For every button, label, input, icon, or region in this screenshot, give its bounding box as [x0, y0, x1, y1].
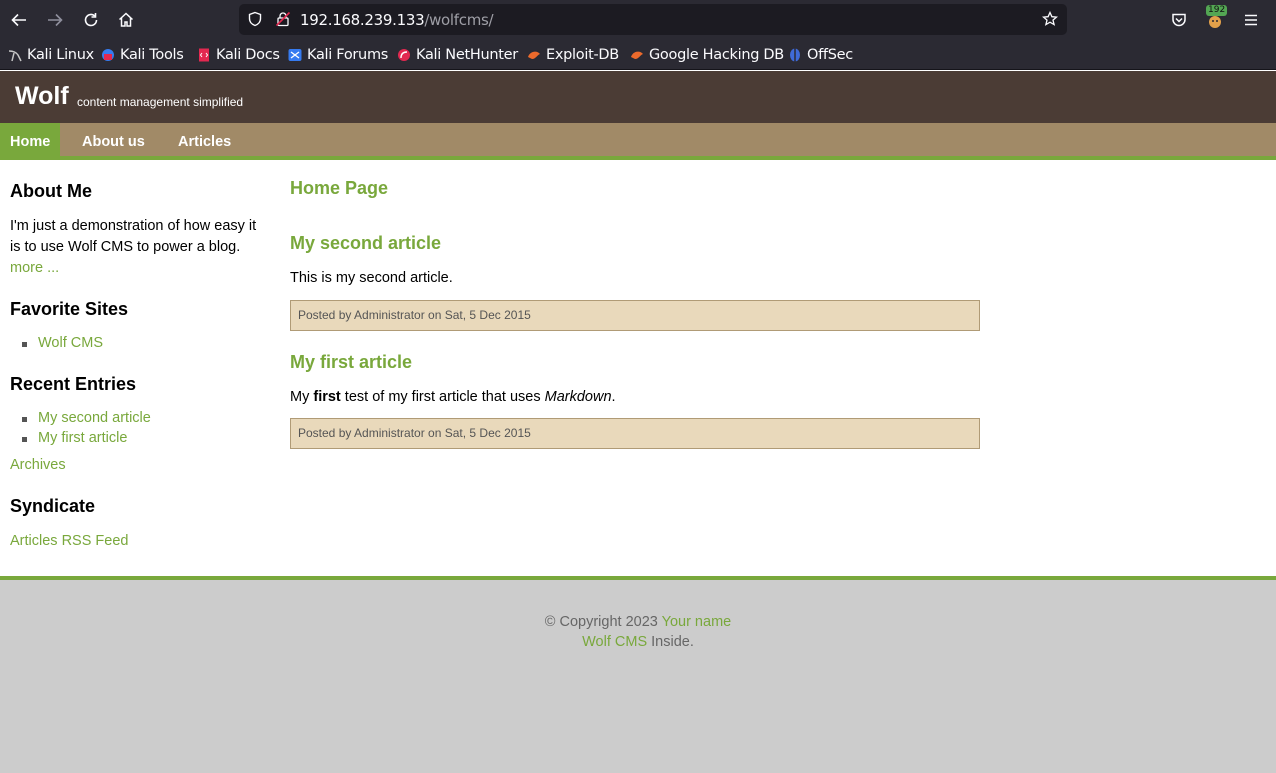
recent-entry-first-article[interactable]: My first article — [21, 430, 127, 446]
bookmark-label: Kali Tools — [120, 47, 184, 63]
bookmark-star-icon[interactable] — [1042, 11, 1058, 27]
url-host: 192.168.239.133 — [300, 11, 425, 29]
page-title: Home Page — [290, 178, 389, 198]
bookmarks-bar: Kali Linux Kali Tools Kali Docs Kali For… — [0, 40, 1276, 70]
about-more-link[interactable]: more ... — [10, 260, 59, 276]
article-info-second: Posted by Administrator on Sat, 5 Dec 20… — [290, 300, 980, 331]
home-button[interactable] — [112, 6, 140, 34]
body-text-pre: My — [290, 389, 314, 405]
forward-button[interactable] — [41, 6, 69, 34]
insecure-lock-icon[interactable] — [275, 11, 291, 27]
favorite-site-wolf-cms[interactable]: Wolf CMS — [22, 335, 103, 351]
reload-button[interactable] — [77, 6, 105, 34]
article-body-second: This is my second article. — [290, 270, 453, 286]
about-me-line-2: is to use Wolf CMS to power a blog. — [10, 239, 241, 255]
ghdb-icon — [631, 51, 643, 59]
article-title-first[interactable]: My first article — [290, 352, 412, 373]
article-info-first: Posted by Administrator on Sat, 5 Dec 20… — [290, 418, 980, 449]
bookmark-google-hacking-db[interactable]: Google Hacking DB — [630, 45, 784, 65]
hamburger-menu-icon — [1245, 14, 1257, 26]
bookmark-label: Kali Linux — [27, 47, 94, 63]
nav-articles[interactable]: Articles — [168, 123, 241, 156]
home-icon — [118, 12, 134, 27]
body-text-bold: first — [313, 389, 341, 405]
bookmark-label: Exploit-DB — [546, 47, 619, 63]
bookmark-label: Google Hacking DB — [649, 47, 784, 63]
about-me-line-1: I'm just a demonstration of how easy it — [10, 218, 257, 234]
recent-entry-second-article[interactable]: My second article — [22, 410, 151, 426]
site-footer: © Copyright 2023 Your name Wolf CMS Insi… — [0, 576, 1276, 773]
url-text[interactable]: 192.168.239.133/wolfcms/ — [300, 11, 494, 29]
bookmark-label: Kali Docs — [216, 47, 280, 63]
forward-arrow-icon — [48, 13, 63, 27]
article-title-second[interactable]: My second article — [290, 233, 441, 254]
bookmark-exploit-db[interactable]: Exploit-DB — [527, 45, 619, 65]
pocket-icon — [1172, 13, 1186, 27]
bookmark-kali-docs[interactable]: Kali Docs — [197, 45, 280, 65]
kali-dragon-icon — [8, 50, 22, 62]
about-me-heading: About Me — [10, 181, 92, 201]
copyright-text: © Copyright 2023 — [544, 614, 662, 630]
back-arrow-icon — [11, 13, 26, 27]
kali-tools-icon — [102, 49, 114, 61]
bookmark-label: Kali NetHunter — [416, 47, 518, 63]
url-path: /wolfcms/ — [424, 11, 494, 29]
offsec-icon — [790, 48, 800, 62]
body-text-mid: test of my first article that uses — [340, 389, 545, 405]
about-me-text: I'm just a demonstration of how easy it … — [10, 216, 265, 279]
main-nav: Home About us Articles — [0, 123, 1276, 160]
footer-powered-by: Wolf CMS Inside. — [0, 634, 1276, 650]
kali-docs-icon — [199, 48, 209, 62]
body-text-post: . — [611, 389, 616, 405]
browser-toolbar: 192.168.239.133/wolfcms/ 192 — [0, 0, 1276, 40]
nav-home[interactable]: Home — [0, 123, 61, 156]
syndicate-heading: Syndicate — [10, 496, 96, 516]
back-button[interactable] — [5, 6, 33, 34]
recent-entries-heading: Recent Entries — [10, 374, 137, 394]
rss-feed-link[interactable]: Articles RSS Feed — [10, 533, 128, 549]
archives-link[interactable]: Archives — [10, 457, 66, 473]
footer-copyright: © Copyright 2023 Your name — [0, 614, 1276, 630]
bookmark-label: OffSec — [807, 47, 853, 63]
kali-forums-icon — [288, 49, 302, 61]
reload-icon — [84, 13, 98, 27]
article-body-first: My first test of my first article that u… — [290, 389, 616, 405]
nav-about-us[interactable]: About us — [72, 123, 155, 156]
wolf-cms-link[interactable]: Wolf CMS — [582, 634, 647, 650]
exploit-db-icon — [528, 51, 540, 59]
inside-text: Inside. — [647, 634, 694, 650]
bookmark-kali-nethunter[interactable]: Kali NetHunter — [397, 45, 518, 65]
your-name-link[interactable]: Your name — [662, 614, 732, 630]
favorite-sites-heading: Favorite Sites — [10, 299, 129, 319]
bookmark-offsec[interactable]: OffSec — [788, 45, 853, 65]
extension-badge: 192 — [1206, 5, 1228, 16]
bookmark-kali-forums[interactable]: Kali Forums — [288, 45, 388, 65]
body-text-em: Markdown — [544, 389, 612, 405]
site-title[interactable]: Wolf — [15, 82, 69, 111]
nethunter-icon — [398, 49, 410, 61]
bookmark-kali-linux[interactable]: Kali Linux — [8, 45, 94, 65]
site-header: Wolf content management simplified — [0, 71, 1276, 123]
site-slogan: content management simplified — [77, 95, 244, 109]
bookmark-kali-tools[interactable]: Kali Tools — [101, 45, 184, 65]
url-bar[interactable]: 192.168.239.133/wolfcms/ — [239, 4, 1067, 35]
pocket-button[interactable] — [1165, 6, 1193, 34]
shield-icon[interactable] — [247, 11, 263, 27]
menu-button[interactable] — [1237, 6, 1265, 34]
bookmark-label: Kali Forums — [307, 47, 389, 63]
